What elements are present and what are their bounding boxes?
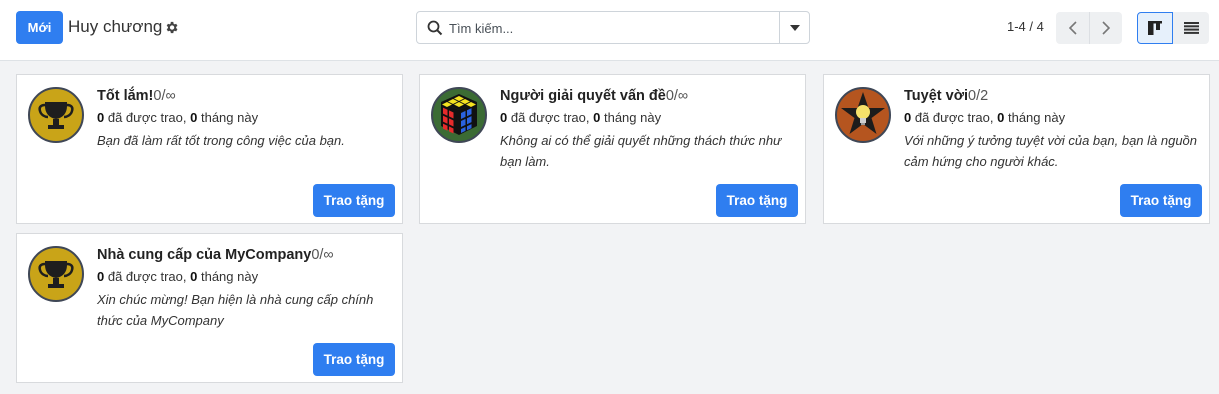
kanban-icon (1148, 21, 1162, 35)
badge-title: Người giải quyết vấn đề0/∞ (500, 88, 689, 104)
rubiks-cube-icon (431, 87, 487, 143)
badge-stats: 0 đã được trao, 0 tháng này (97, 269, 259, 284)
trophy-icon (28, 246, 84, 302)
badge-description: Bạn đã làm rất tốt trong công việc của b… (97, 133, 345, 148)
badge-stats: 0 đã được trao, 0 tháng này (500, 110, 662, 125)
pager-value[interactable]: 1-4 / 4 (1007, 19, 1044, 34)
badge-count: 0/∞ (153, 88, 176, 104)
list-view-button[interactable] (1173, 12, 1209, 44)
badge-card[interactable]: Tốt lắm!0/∞ 0 đã được trao, 0 tháng này … (16, 74, 403, 224)
search-input[interactable] (449, 18, 779, 38)
badge-stats: 0 đã được trao, 0 tháng này (904, 110, 1066, 125)
badge-description: Xin chúc mừng! Bạn hiện là nhà cung cấp … (97, 292, 374, 328)
badge-card[interactable]: Nhà cung cấp của MyCompany0/∞ 0 đã được … (16, 233, 403, 383)
kanban-view-button[interactable] (1137, 12, 1173, 44)
trophy-icon (28, 87, 84, 143)
new-button[interactable]: Mới (16, 11, 63, 44)
grant-button[interactable]: Trao tặng (313, 184, 395, 217)
badge-card[interactable]: Tuyệt vời0/2 0 đã được trao, 0 tháng này… (823, 74, 1210, 224)
chevron-left-icon (1068, 21, 1077, 35)
pager-previous-button[interactable] (1056, 12, 1089, 44)
pager-next-button[interactable] (1089, 12, 1122, 44)
search-options-toggle[interactable] (779, 12, 809, 43)
search-bar (416, 11, 810, 44)
list-icon (1183, 22, 1199, 34)
badge-card[interactable]: Người giải quyết vấn đề0/∞ 0 đã được tra… (419, 74, 806, 224)
badge-title: Tuyệt vời0/2 (904, 88, 989, 104)
grant-button[interactable]: Trao tặng (313, 343, 395, 376)
breadcrumb: Huy chương (68, 17, 163, 36)
chevron-right-icon (1102, 21, 1110, 35)
badge-stats: 0 đã được trao, 0 tháng này (97, 110, 259, 125)
grant-button[interactable]: Trao tặng (1120, 184, 1202, 217)
badge-count: 0/2 (968, 88, 989, 104)
badge-description: Với những ý tưởng tuyệt vời của bạn, bạn… (904, 133, 1198, 169)
caret-down-icon (789, 24, 800, 31)
badge-count: 0/∞ (311, 247, 334, 263)
badge-description: Không ai có thể giải quyết những thách t… (500, 133, 782, 169)
gear-icon[interactable] (164, 20, 179, 35)
lightbulb-star-icon (835, 87, 891, 143)
badge-count: 0/∞ (665, 88, 689, 104)
badge-title: Tốt lắm!0/∞ (97, 88, 176, 104)
grant-button[interactable]: Trao tặng (716, 184, 798, 217)
control-panel: Mới Huy chương 1-4 / 4 (0, 0, 1219, 61)
search-icon (427, 20, 443, 36)
badge-title: Nhà cung cấp của MyCompany0/∞ (97, 247, 334, 263)
